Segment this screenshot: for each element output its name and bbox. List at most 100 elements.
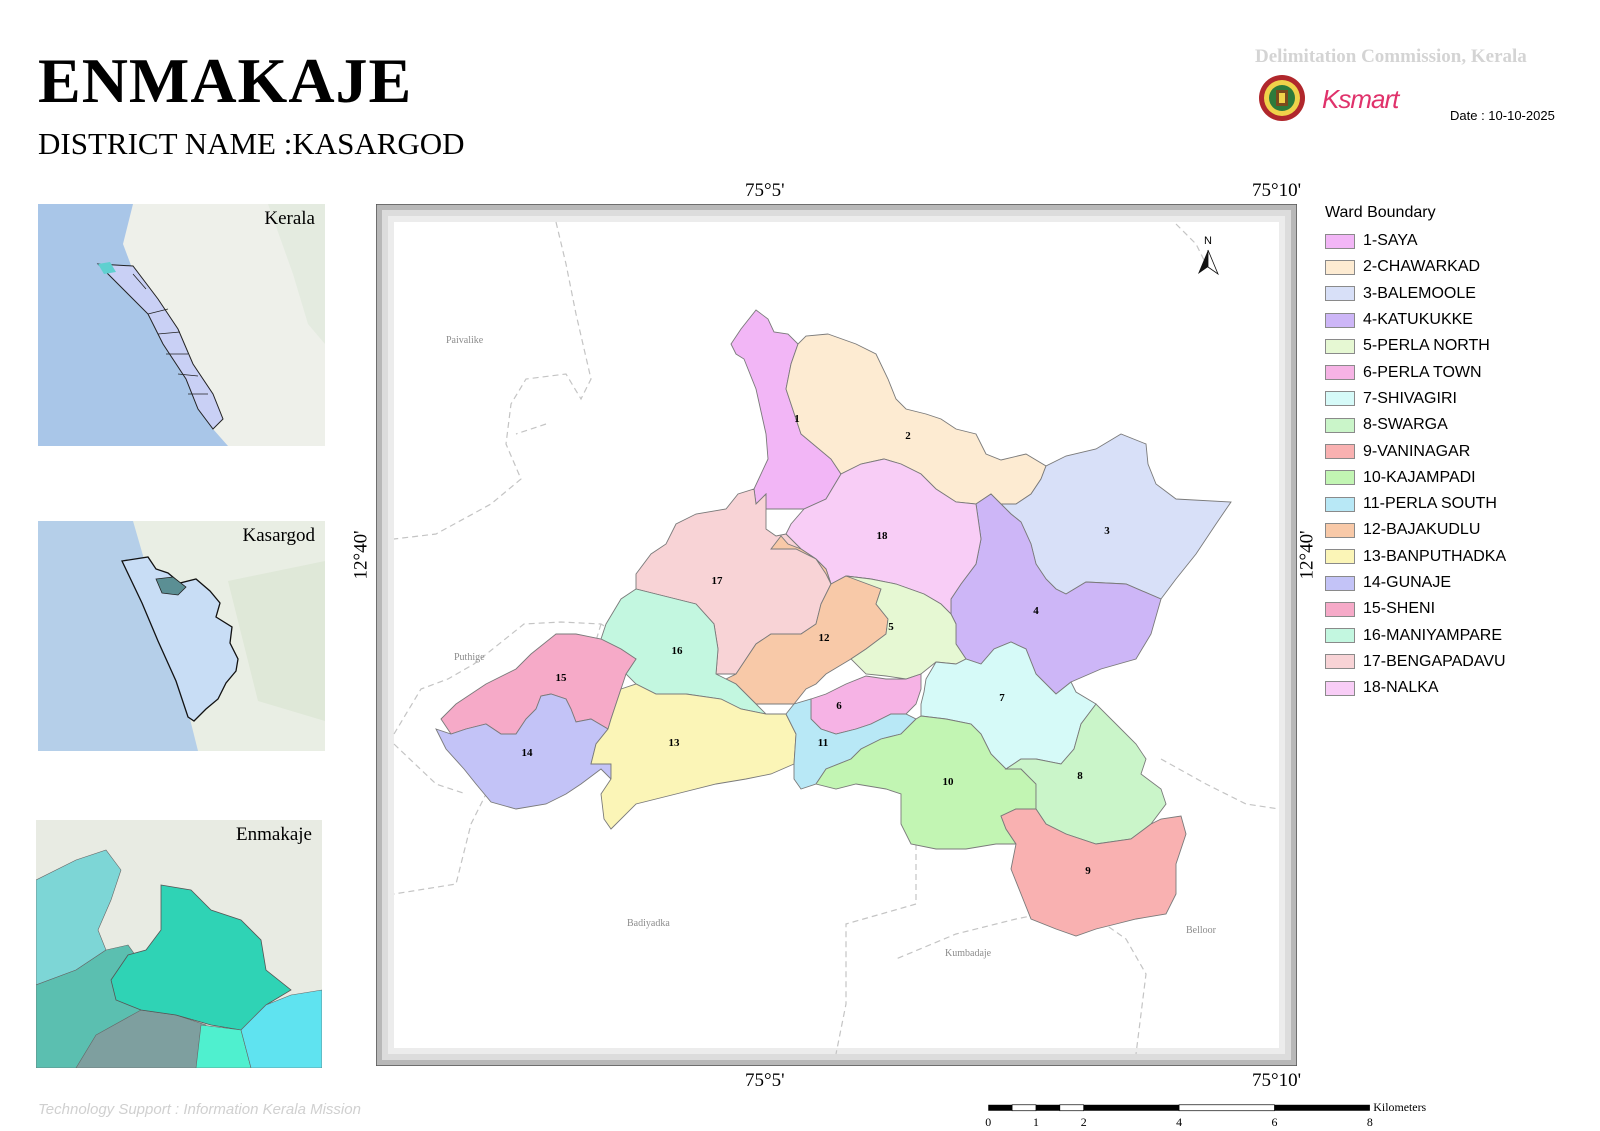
legend-item: 17-BENGAPADAVU (1325, 649, 1555, 675)
lon-label-bottom-right: 75°10' (1252, 1070, 1302, 1091)
legend-label: 10-KAJAMPADI (1363, 468, 1476, 486)
legend-item: 6-PERLA TOWN (1325, 359, 1555, 385)
legend-item: 3-BALEMOOLE (1325, 281, 1555, 307)
election-commission-seal-icon (1259, 75, 1305, 121)
scale-tick: 6 (1272, 1115, 1278, 1129)
legend-label: 6-PERLA TOWN (1363, 363, 1482, 381)
legend-item: 8-SWARGA (1325, 412, 1555, 438)
lat-label-left: 12°40' (350, 530, 372, 580)
svg-text:9: 9 (1085, 865, 1091, 877)
legend-item: 2-CHAWARKAD (1325, 254, 1555, 280)
svg-text:3: 3 (1104, 525, 1110, 537)
place-label: Belloor (1186, 925, 1217, 936)
legend-item: 13-BANPUTHADKA (1325, 544, 1555, 570)
scale-tick: 2 (1081, 1115, 1087, 1129)
svg-text:17: 17 (712, 575, 724, 587)
place-label: Paivalike (446, 335, 484, 346)
legend-title: Ward Boundary (1325, 204, 1436, 221)
legend-swatch (1325, 680, 1355, 696)
scale-tick: 1 (1033, 1115, 1039, 1129)
svg-text:5: 5 (888, 621, 894, 633)
legend-item: 14-GUNAJE (1325, 570, 1555, 596)
commission-name: Delimitation Commission, Kerala (1255, 46, 1527, 67)
inset-kasargod-map (121, 521, 325, 751)
legend-label: 2-CHAWARKAD (1363, 258, 1481, 276)
inset-kerala-label: Kerala (264, 208, 315, 229)
ksmart-logo: Ksmart (1322, 84, 1399, 114)
lon-label-bottom-left: 75°5' (745, 1070, 785, 1091)
legend-swatch (1325, 470, 1355, 486)
svg-text:15: 15 (556, 672, 568, 684)
legend-label: 13-BANPUTHADKA (1363, 547, 1507, 565)
legend-item: 16-MANIYAMPARE (1325, 622, 1555, 648)
legend-label: 7-SHIVAGIRI (1363, 389, 1457, 407)
place-label: Badiyadka (627, 918, 670, 929)
legend-swatch (1325, 549, 1355, 565)
legend-items: 1-SAYA 2-CHAWARKAD 3-BALEMOOLE 4-KATUKUKKE 5… (1325, 228, 1555, 701)
svg-text:11: 11 (818, 737, 828, 749)
svg-text:16: 16 (672, 645, 684, 657)
svg-text:2: 2 (905, 430, 911, 442)
svg-text:12: 12 (819, 632, 831, 644)
legend-item: 12-BAJAKUDLU (1325, 517, 1555, 543)
legend-swatch (1325, 312, 1355, 328)
svg-text:14: 14 (522, 747, 534, 759)
legend-swatch (1325, 654, 1355, 670)
inset-enmakaje-map (36, 849, 322, 1068)
legend-item: 15-SHENI (1325, 596, 1555, 622)
legend-label: 16-MANIYAMPARE (1363, 626, 1502, 644)
place-label: Kumbadaje (945, 948, 992, 959)
legend-item: 10-KAJAMPADI (1325, 465, 1555, 491)
legend-item: 1-SAYA (1325, 228, 1555, 254)
district-name: DISTRICT NAME :KASARGOD (38, 126, 465, 161)
legend-item: 4-KATUKUKKE (1325, 307, 1555, 333)
legend-swatch (1325, 338, 1355, 354)
legend-swatch (1325, 601, 1355, 617)
scale-tick: 0 (985, 1115, 991, 1129)
legend-label: 12-BAJAKUDLU (1363, 521, 1481, 539)
legend-label: 11-PERLA SOUTH (1363, 495, 1497, 513)
legend-swatch (1325, 522, 1355, 538)
legend-swatch (1325, 417, 1355, 433)
svg-text:1: 1 (794, 413, 800, 425)
legend-label: 15-SHENI (1363, 600, 1436, 618)
main-ward-map: 1 2 3 4 5 6 7 8 9 10 11 12 13 14 15 16 1… (376, 204, 1297, 1066)
lon-label-top-right: 75°10' (1252, 180, 1302, 201)
legend-label: 8-SWARGA (1363, 416, 1448, 434)
inset-enmakaje-label: Enmakaje (236, 824, 312, 845)
legend-label: 3-BALEMOOLE (1363, 284, 1476, 302)
legend-label: 17-BENGAPADAVU (1363, 652, 1506, 670)
svg-text:18: 18 (877, 530, 889, 542)
legend-swatch (1325, 444, 1355, 460)
legend-swatch (1325, 233, 1355, 249)
north-label: N (1204, 235, 1212, 247)
place-label: Puthige (454, 652, 485, 663)
inset-enmakaje: Enmakaje (36, 820, 322, 1068)
lon-label-top-left: 75°5' (745, 180, 785, 201)
footer-credit: Technology Support : Information Kerala … (38, 1101, 361, 1118)
svg-text:8: 8 (1077, 770, 1083, 782)
legend-label: 5-PERLA NORTH (1363, 337, 1490, 355)
map-date: Date : 10-10-2025 (1450, 108, 1555, 123)
scale-unit: Kilometers (1373, 1100, 1426, 1114)
svg-text:4: 4 (1033, 605, 1039, 617)
legend-swatch (1325, 496, 1355, 512)
legend-label: 4-KATUKUKKE (1363, 311, 1473, 329)
svg-text:10: 10 (943, 776, 955, 788)
legend-label: 9-VANINAGAR (1363, 442, 1471, 460)
legend-item: 11-PERLA SOUTH (1325, 491, 1555, 517)
legend-item: 9-VANINAGAR (1325, 438, 1555, 464)
legend-swatch (1325, 259, 1355, 275)
page-title: ENMAKAJE (38, 45, 413, 116)
legend-swatch (1325, 365, 1355, 381)
legend: Ward Boundary 1-SAYA 2-CHAWARKAD 3-BALEMOO… (1325, 204, 1555, 701)
svg-text:13: 13 (669, 737, 681, 749)
legend-swatch (1325, 628, 1355, 644)
legend-label: 1-SAYA (1363, 232, 1418, 250)
legend-label: 18-NALKA (1363, 679, 1439, 697)
lat-label-right: 12°40' (1296, 530, 1318, 580)
scale-bar: Kilometers 0 1 2 4 6 8 (985, 1100, 1426, 1129)
inset-kasargod: Kasargod (38, 521, 325, 751)
svg-text:7: 7 (999, 692, 1005, 704)
scale-tick: 8 (1367, 1115, 1373, 1129)
